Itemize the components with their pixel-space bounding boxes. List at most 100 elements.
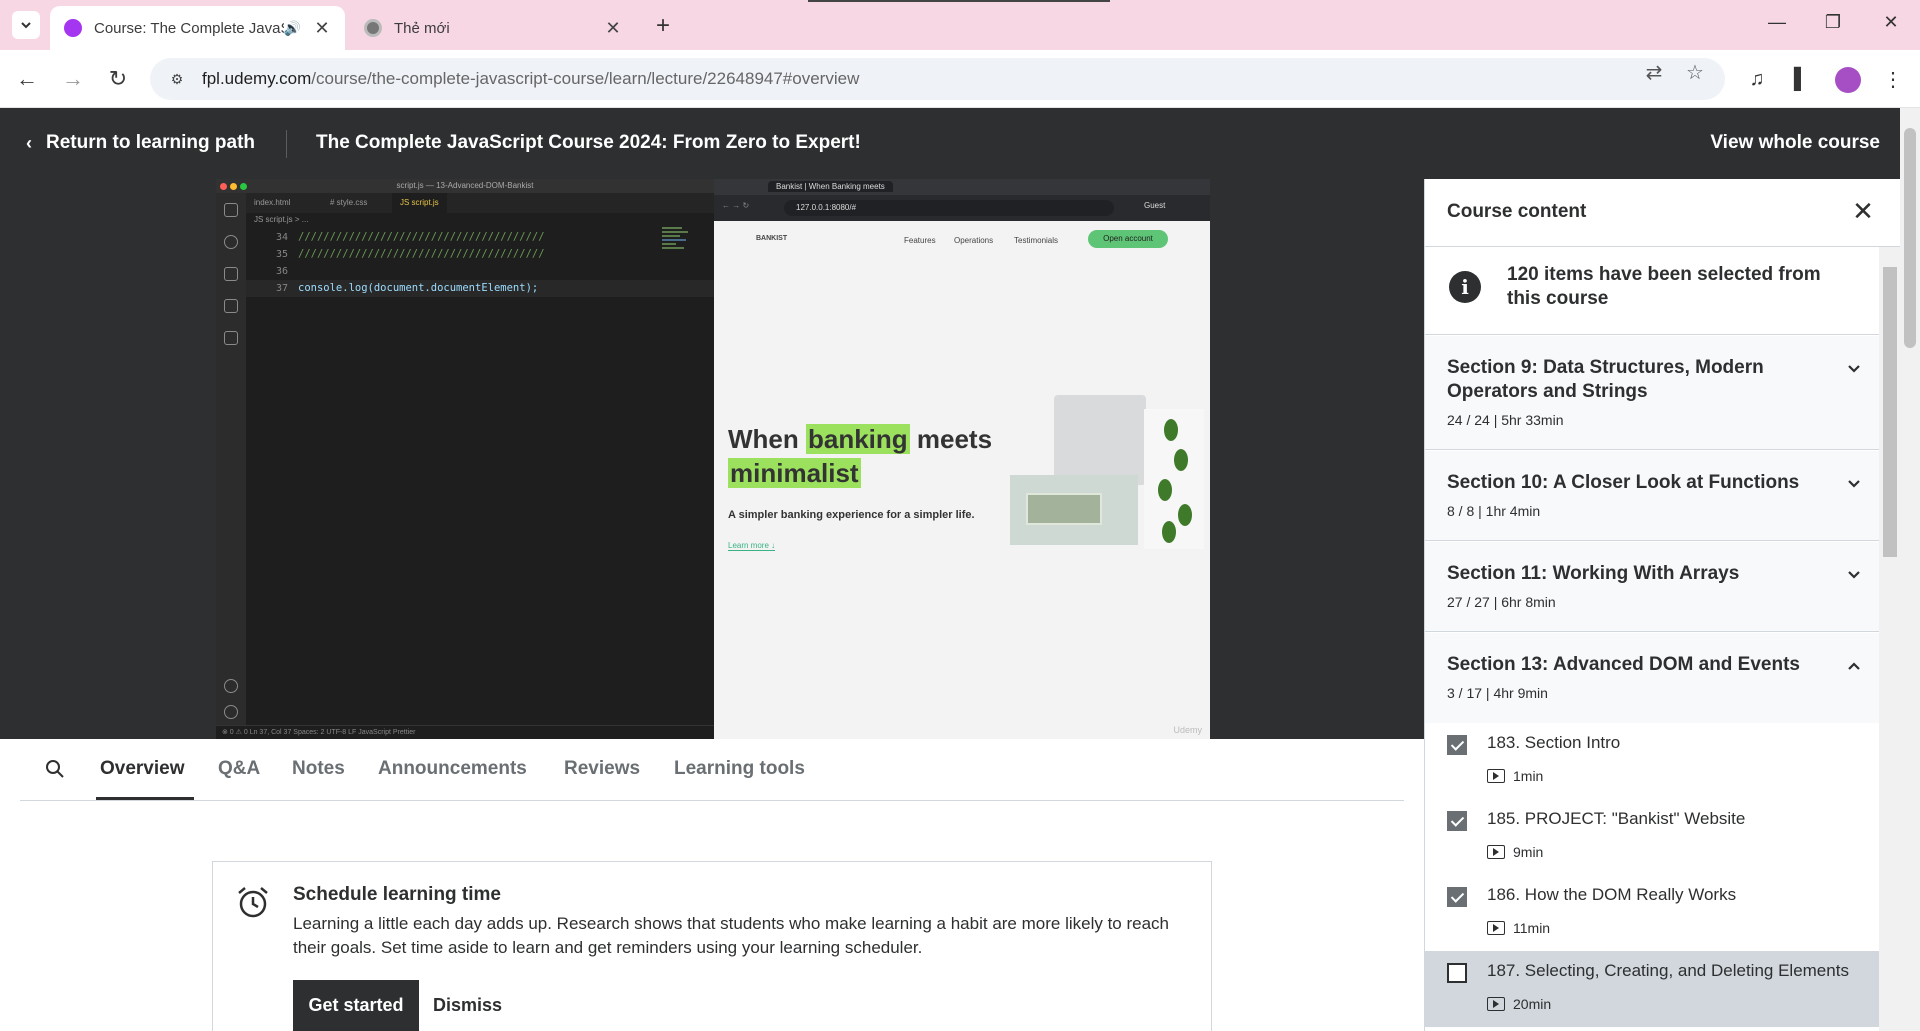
video-player[interactable]: script.js — 13-Advanced-DOM-Bankist inde…	[0, 179, 1424, 739]
forward-arrow-icon[interactable]: →	[58, 64, 88, 94]
section-9[interactable]: Section 9: Data Structures, Modern Opera…	[1425, 336, 1879, 450]
lecture-item[interactable]: 186. How the DOM Really Works 11min	[1425, 875, 1879, 951]
search-icon	[224, 235, 238, 249]
completed-checkbox[interactable]	[1447, 887, 1467, 907]
bankist-learn-more: Learn more ↓	[728, 541, 776, 551]
bankist-hero-title: When banking meets minimalist	[728, 424, 993, 488]
translate-icon[interactable]: ⇄	[1641, 60, 1667, 85]
close-window-icon[interactable]: ✕	[1876, 12, 1906, 33]
section-title: Section 9: Data Structures, Modern Opera…	[1447, 357, 1764, 402]
return-to-learning-path-link[interactable]: ‹ Return to learning path	[26, 132, 255, 154]
dismiss-button[interactable]: Dismiss	[433, 980, 523, 1031]
course-header: ‹ Return to learning path The Complete J…	[0, 108, 1900, 179]
lecture-item[interactable]: 185. PROJECT: "Bankist" Website 9min	[1425, 799, 1879, 875]
tab-overview[interactable]: Overview	[100, 758, 185, 780]
extensions-icon	[224, 331, 238, 345]
section-11[interactable]: Section 11: Working With Arrays 27 / 27 …	[1425, 542, 1879, 632]
bankist-nav-link: Operations	[954, 236, 994, 245]
sidebar-title: Course content	[1447, 201, 1587, 222]
chevron-down-icon	[21, 22, 31, 29]
profile-avatar[interactable]	[1835, 67, 1861, 93]
site-settings-icon[interactable]: ⚙	[166, 68, 188, 90]
close-tab-icon[interactable]: ✕	[313, 18, 331, 39]
page-scroll-thumb[interactable]	[1904, 128, 1916, 348]
info-icon: i	[1449, 271, 1481, 303]
code-line: 35//////////////////////////////////////…	[275, 248, 545, 260]
browser-tab-udemy[interactable]: Course: The Complete JavaScript Course 2…	[50, 6, 345, 50]
code-line: 37 console.log(document.documentElement);	[246, 280, 714, 297]
debug-icon	[224, 299, 238, 313]
plant-image	[1144, 409, 1204, 549]
restore-icon[interactable]: ❐	[1818, 12, 1848, 33]
lecture-title: 186. How the DOM Really Works	[1487, 885, 1737, 904]
vscode-breadcrumb: JS script.js > ...	[254, 215, 309, 224]
get-started-button[interactable]: Get started	[293, 980, 419, 1031]
more-menu-icon[interactable]: ⋮	[1880, 66, 1906, 92]
bankist-url-bar: ← → ↻ 127.0.0.1:8080/# Guest	[714, 195, 1210, 221]
course-title: The Complete JavaScript Course 2024: Fro…	[316, 132, 861, 153]
sidebar-scroll-thumb[interactable]	[1883, 267, 1897, 557]
bankist-nav-link: Features	[904, 236, 936, 245]
completed-checkbox[interactable]	[1447, 963, 1467, 983]
sidebar-scrollbar[interactable]	[1879, 247, 1900, 1031]
search-icon[interactable]	[44, 758, 66, 780]
speaker-icon[interactable]: 🔊	[284, 20, 301, 37]
dollar-bill-image	[1026, 493, 1102, 525]
header-divider	[286, 130, 287, 158]
bankist-logo: BANKIST	[756, 235, 788, 242]
new-tab-button[interactable]: +	[650, 12, 676, 40]
browser-tab-strip: Course: The Complete JavaScript Course 2…	[0, 0, 1920, 50]
section-meta: 24 / 24 | 5hr 33min	[1447, 412, 1564, 428]
minimize-icon[interactable]: —	[1762, 12, 1792, 33]
lecture-duration: 1min	[1487, 768, 1543, 784]
bankist-nav: BANKIST Features Operations Testimonials…	[714, 221, 1210, 261]
settings-gear-icon	[224, 705, 238, 719]
tab-reviews[interactable]: Reviews	[564, 758, 640, 780]
video-frame[interactable]: script.js — 13-Advanced-DOM-Bankist inde…	[216, 179, 1210, 739]
address-bar[interactable]: ⚙ fpl.udemy.com/course/the-complete-java…	[150, 58, 1725, 100]
close-tab-icon[interactable]: ✕	[604, 18, 622, 39]
tab-notes[interactable]: Notes	[292, 758, 345, 780]
completed-checkbox[interactable]	[1447, 735, 1467, 755]
media-control-icon[interactable]: ♫	[1744, 66, 1770, 92]
schedule-title: Schedule learning time	[293, 884, 501, 905]
browser-tab-new[interactable]: Thẻ mới ✕	[348, 6, 638, 50]
nav-arrows-icon: ← → ↻	[722, 201, 750, 210]
keyboard-image	[1054, 395, 1146, 485]
section-10[interactable]: Section 10: A Closer Look at Functions 8…	[1425, 451, 1879, 541]
section-13[interactable]: Section 13: Advanced DOM and Events 3 / …	[1425, 633, 1879, 723]
code-line: 34//////////////////////////////////////…	[275, 231, 545, 243]
lecture-duration: 9min	[1487, 844, 1543, 860]
close-dot	[220, 183, 227, 190]
lecture-item[interactable]: 183. Section Intro 1min	[1425, 723, 1879, 799]
minimize-dot	[230, 183, 237, 190]
lecture-title: 185. PROJECT: "Bankist" Website	[1487, 809, 1746, 828]
chrome-favicon-icon	[364, 19, 382, 37]
section-meta: 8 / 8 | 1hr 4min	[1447, 503, 1541, 519]
reload-icon[interactable]: ↻	[103, 64, 133, 94]
bankist-tab-bar: Bankist | When Banking meets	[714, 179, 1210, 195]
bookmark-star-icon[interactable]: ☆	[1682, 60, 1708, 85]
alarm-clock-icon	[238, 887, 268, 918]
completed-checkbox[interactable]	[1447, 811, 1467, 831]
bankist-open-account: Open account	[1088, 230, 1168, 248]
close-icon[interactable]: ✕	[1849, 197, 1877, 225]
side-panel-icon[interactable]: ▌	[1788, 66, 1814, 92]
return-label: Return to learning path	[46, 132, 255, 153]
view-whole-course-link[interactable]: View whole course	[1710, 132, 1880, 154]
back-arrow-icon[interactable]: ←	[12, 64, 42, 94]
lecture-tabs: Overview Q&A Notes Announcements Reviews…	[20, 740, 1404, 801]
active-tab-underline	[96, 797, 194, 800]
lecture-item-current[interactable]: 187. Selecting, Creating, and Deleting E…	[1425, 951, 1879, 1027]
selection-info-text: 120 items have been selected from this c…	[1507, 264, 1821, 309]
vscode-title: script.js — 13-Advanced-DOM-Bankist	[216, 179, 714, 193]
tab-learning-tools[interactable]: Learning tools	[674, 758, 805, 780]
tab-search-button[interactable]	[12, 11, 40, 39]
vscode-minimap	[662, 227, 692, 267]
chevron-down-icon	[1848, 571, 1860, 579]
tab-qa[interactable]: Q&A	[218, 758, 260, 780]
tab-announcements[interactable]: Announcements	[378, 758, 527, 780]
vscode-tab: # style.css	[330, 198, 368, 207]
browser-toolbar: ← → ↻ ⚙ fpl.udemy.com/course/the-complet…	[0, 50, 1920, 108]
page-scrollbar[interactable]	[1900, 108, 1920, 1031]
